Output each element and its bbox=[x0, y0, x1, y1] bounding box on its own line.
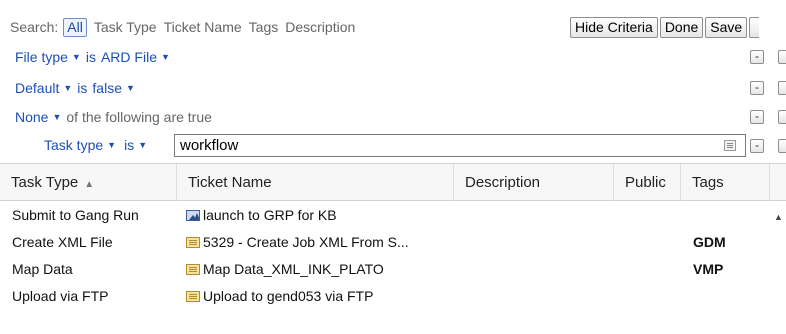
search-tab-task-type[interactable]: Task Type bbox=[94, 19, 157, 35]
search-scope-bar: Search: All Task Type Ticket Name Tags D… bbox=[10, 16, 362, 38]
search-label: Search: bbox=[10, 19, 59, 35]
ticket-name-text: Map Data_XML_INK_PLATO bbox=[203, 261, 384, 277]
tags-cell bbox=[693, 203, 753, 227]
document-icon bbox=[186, 290, 200, 302]
column-header-tags[interactable]: Tags bbox=[681, 164, 770, 201]
criterion-operator-dropdown[interactable]: is ▼ bbox=[124, 137, 147, 153]
grid-body: Submit to Gang Run launch to GRP for KB … bbox=[0, 201, 786, 334]
more-button[interactable] bbox=[749, 17, 760, 38]
criterion-field-dropdown[interactable]: Task type ▼ bbox=[44, 137, 116, 153]
ticket-name-text: launch to GRP for KB bbox=[203, 207, 337, 223]
document-icon bbox=[186, 263, 200, 275]
save-button[interactable]: Save bbox=[705, 17, 748, 38]
search-tab-ticket-name[interactable]: Ticket Name bbox=[164, 19, 242, 35]
done-button[interactable]: Done bbox=[659, 17, 704, 38]
criterion-value-dropdown[interactable]: ARD File ▼ bbox=[101, 49, 170, 65]
criterion-value-dropdown[interactable]: false ▼ bbox=[92, 80, 135, 96]
criteria-panel: Search: All Task Type Ticket Name Tags D… bbox=[0, 0, 786, 162]
criterion-field-dropdown[interactable]: File type ▼ bbox=[15, 49, 81, 65]
table-row[interactable]: Create XML File 5329 - Create Job XML Fr… bbox=[0, 230, 770, 254]
task-type-cell: Create XML File bbox=[12, 234, 113, 250]
criterion-field-label: File type bbox=[15, 49, 68, 65]
criterion-row-default: Default ▼ is false ▼ bbox=[15, 77, 135, 99]
criterion-value-input[interactable] bbox=[174, 134, 746, 157]
add-criterion-button[interactable] bbox=[778, 139, 786, 153]
criterion-group-row: None ▼ of the following are true bbox=[15, 106, 217, 128]
caret-down-icon: ▼ bbox=[63, 83, 73, 93]
criterion-operator: is bbox=[77, 80, 88, 96]
ticket-name-cell: Upload to gend053 via FTP bbox=[186, 284, 456, 308]
image-icon bbox=[186, 209, 200, 221]
column-header-label: Description bbox=[465, 174, 541, 191]
column-header-label: Task Type bbox=[11, 174, 79, 191]
ticket-name-cell: Map Data_XML_INK_PLATO bbox=[186, 257, 456, 281]
caret-down-icon: ▼ bbox=[125, 83, 135, 93]
criteria-toolbar: Hide Criteria Done Save bbox=[570, 17, 760, 38]
criterion-operator: is bbox=[85, 49, 96, 65]
document-icon bbox=[186, 236, 200, 248]
task-type-cell: Upload via FTP bbox=[12, 288, 109, 304]
remove-criterion-button[interactable]: - bbox=[750, 50, 764, 64]
caret-down-icon: ▼ bbox=[71, 52, 81, 62]
table-row[interactable]: Submit to Gang Run launch to GRP for KB bbox=[0, 203, 770, 227]
search-tab-description[interactable]: Description bbox=[285, 19, 355, 35]
table-row[interactable]: Map Data Map Data_XML_INK_PLATO VMP bbox=[0, 257, 770, 281]
caret-down-icon: ▼ bbox=[138, 140, 148, 150]
column-header-label: Tags bbox=[692, 174, 724, 191]
add-criterion-button[interactable] bbox=[778, 110, 786, 124]
grid-header: Task Type ▲ Ticket Name Description Publi… bbox=[0, 163, 786, 201]
add-criterion-button[interactable] bbox=[778, 81, 786, 95]
column-header-label: Ticket Name bbox=[188, 174, 272, 191]
remove-criterion-button[interactable]: - bbox=[750, 110, 764, 124]
nested-criterion-row: Task type ▼ is ▼ bbox=[44, 134, 147, 156]
tags-cell bbox=[693, 284, 753, 308]
ticket-name-cell: 5329 - Create Job XML From S... bbox=[186, 230, 456, 254]
group-operator-label: None bbox=[15, 109, 49, 125]
criterion-value-label: false bbox=[92, 80, 122, 96]
group-description: of the following are true bbox=[66, 109, 212, 125]
caret-down-icon: ▼ bbox=[160, 52, 170, 62]
search-tab-tags[interactable]: Tags bbox=[249, 19, 279, 35]
caret-down-icon: ▼ bbox=[52, 112, 62, 122]
criterion-field-label: Task type bbox=[44, 137, 104, 153]
caret-down-icon: ▼ bbox=[107, 140, 117, 150]
group-operator-dropdown[interactable]: None ▼ bbox=[15, 109, 61, 125]
column-header-description[interactable]: Description bbox=[454, 164, 614, 201]
text-editor-icon[interactable] bbox=[724, 140, 736, 151]
column-header-ticket-name[interactable]: Ticket Name bbox=[177, 164, 454, 201]
search-tab-all[interactable]: All bbox=[63, 17, 87, 37]
task-type-cell: Map Data bbox=[12, 261, 73, 277]
ticket-name-text: 5329 - Create Job XML From S... bbox=[203, 234, 409, 250]
hide-criteria-button[interactable]: Hide Criteria bbox=[570, 17, 658, 38]
criterion-operator-label: is bbox=[124, 137, 135, 153]
remove-criterion-button[interactable]: - bbox=[750, 81, 764, 95]
criterion-field-dropdown[interactable]: Default ▼ bbox=[15, 80, 72, 96]
scroll-up-icon[interactable]: ▲ bbox=[774, 212, 783, 222]
task-type-cell: Submit to Gang Run bbox=[12, 207, 139, 223]
sort-ascending-icon: ▲ bbox=[84, 179, 95, 190]
ticket-name-text: Upload to gend053 via FTP bbox=[203, 288, 374, 304]
column-header-public[interactable]: Public bbox=[614, 164, 681, 201]
tags-cell: VMP bbox=[693, 261, 724, 277]
remove-criterion-button[interactable]: - bbox=[750, 139, 764, 153]
column-header-task-type[interactable]: Task Type ▲ bbox=[0, 164, 177, 201]
criterion-value-label: ARD File bbox=[100, 49, 157, 65]
column-header-label: Public bbox=[625, 174, 666, 191]
criterion-field-label: Default bbox=[15, 80, 60, 96]
table-row[interactable]: Upload via FTP Upload to gend053 via FTP bbox=[0, 284, 770, 308]
tags-cell: GDM bbox=[693, 234, 726, 250]
ticket-name-cell: launch to GRP for KB bbox=[186, 203, 456, 227]
add-criterion-button[interactable] bbox=[778, 50, 786, 64]
criterion-row-file-type: File type ▼ is ARD File ▼ bbox=[15, 46, 170, 68]
